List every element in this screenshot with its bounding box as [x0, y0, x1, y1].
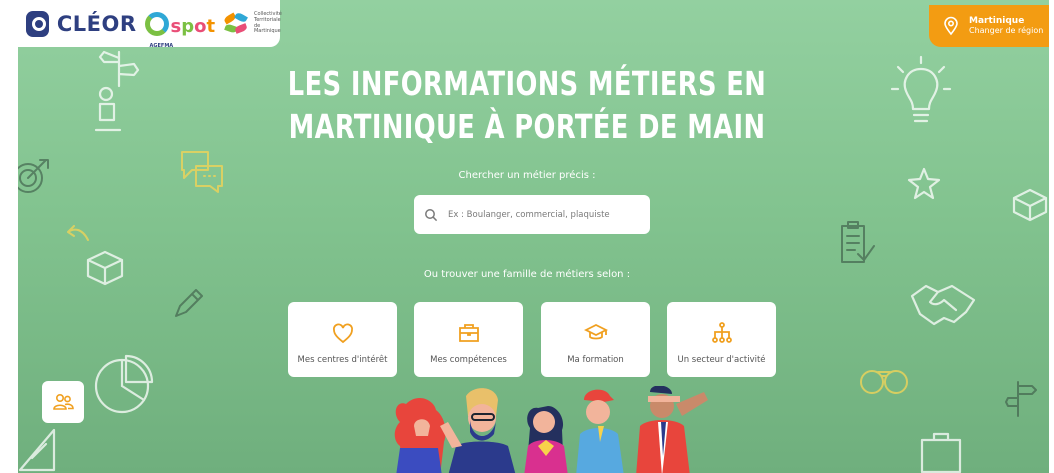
graduation-cap-icon — [583, 323, 608, 340]
cleor-logo-icon — [26, 10, 49, 37]
clipboard-doodle-icon — [841, 221, 875, 263]
spot-agefma-logo: AGEFMA spot — [144, 11, 216, 49]
signpost-doodle-icon — [1005, 381, 1037, 417]
sector-card-label: Un secteur d'activité — [677, 355, 766, 365]
agefma-logo-text: AGEFMA — [149, 42, 174, 49]
search-label: Chercher un métier précis : — [458, 170, 596, 181]
arrow-doodle-icon — [67, 225, 89, 241]
interests-card-label: Mes centres d'intérêt — [297, 355, 388, 365]
binoculars-doodle-icon — [860, 370, 908, 394]
handshake-doodle-icon — [910, 284, 976, 326]
ctm-logo-text: Collectivité Territoriale de Martinique — [253, 11, 282, 35]
search-icon — [425, 208, 438, 221]
people-illustration — [394, 386, 708, 473]
ctm-butterfly-logo-icon — [223, 10, 249, 37]
skills-card-label: Mes compétences — [430, 355, 507, 365]
location-pin-icon — [944, 16, 958, 36]
logo-bar: CLÉOR AGEFMA spot Collectivité Territori… — [18, 0, 282, 49]
page-title: LES INFORMATIONS MÉTIERS EN MARTINIQUE À… — [116, 62, 938, 148]
training-card-button[interactable]: Ma formation — [541, 302, 650, 377]
cleor-logo-text[interactable]: CLÉOR — [57, 12, 137, 36]
change-region-label: Changer de région — [969, 25, 1044, 35]
cube-doodle-icon — [1012, 188, 1048, 222]
pen-doodle-icon — [175, 289, 203, 317]
users-side-button[interactable] — [42, 381, 84, 423]
pie-chart-doodle-icon — [94, 354, 154, 414]
interests-card-button[interactable]: Mes centres d'intérêt — [288, 302, 397, 377]
spot-logo-text: spot — [170, 15, 216, 37]
suitcase-doodle-icon — [920, 432, 962, 473]
users-icon — [53, 393, 74, 410]
change-region-button[interactable]: Martinique Changer de région — [929, 5, 1049, 47]
sector-card-button[interactable]: Un secteur d'activité — [667, 302, 776, 377]
search-box[interactable] — [414, 195, 650, 234]
family-label: Ou trouver une famille de métiers selon … — [423, 269, 631, 280]
search-input[interactable] — [448, 209, 638, 220]
training-card-label: Ma formation — [567, 355, 624, 365]
agefma-logo-icon: AGEFMA — [144, 11, 173, 49]
triangle-doodle-icon — [18, 428, 56, 472]
heart-icon — [332, 323, 353, 344]
briefcase-icon — [458, 324, 479, 342]
box-doodle-icon — [86, 250, 124, 286]
org-chart-icon — [711, 322, 732, 343]
page-title-line-1: LES INFORMATIONS MÉTIERS EN — [287, 64, 767, 103]
skills-card-button[interactable]: Mes compétences — [414, 302, 523, 377]
page-title-line-2: MARTINIQUE À PORTÉE DE MAIN — [288, 107, 766, 146]
